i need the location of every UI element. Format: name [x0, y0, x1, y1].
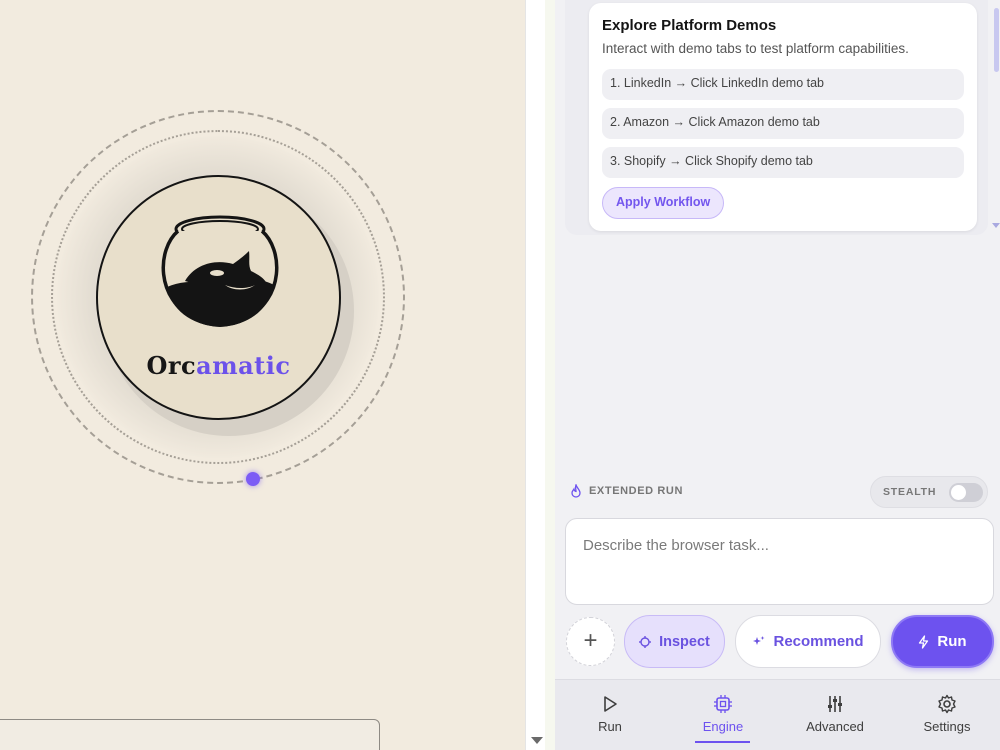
play-icon: [604, 696, 617, 712]
extended-run-toggle[interactable]: EXTENDED RUN: [570, 484, 683, 498]
bottom-input-box[interactable]: [0, 719, 380, 750]
orcamatic-logo: Orcamatic: [96, 175, 341, 420]
card-scroll-down-icon[interactable]: [992, 223, 1000, 228]
nav-run-label: Run: [598, 719, 622, 734]
side-panel: Explore Platform Demos Interact with dem…: [555, 0, 1000, 750]
sparkles-icon: [753, 636, 765, 645]
scroll-down-arrow-icon[interactable]: [531, 737, 543, 744]
bolt-icon: [919, 634, 929, 649]
panel-gutter: [545, 0, 555, 750]
add-button[interactable]: +: [566, 617, 615, 666]
inspect-button[interactable]: Inspect: [624, 615, 725, 668]
apply-workflow-button[interactable]: Apply Workflow: [602, 187, 725, 219]
active-tab-indicator: [695, 741, 750, 743]
sliders-icon: [828, 696, 842, 712]
nav-advanced[interactable]: Advanced: [785, 694, 885, 734]
gear-icon: [938, 694, 956, 714]
run-button[interactable]: Run: [891, 615, 994, 668]
target-icon: [639, 635, 652, 648]
extended-run-label: EXTENDED RUN: [589, 485, 683, 497]
nav-advanced-label: Advanced: [806, 719, 864, 734]
nav-settings[interactable]: Settings: [897, 694, 997, 734]
workflow-step[interactable]: 1. LinkedIn → Click LinkedIn demo tab: [602, 69, 964, 100]
rotation-handle[interactable]: [246, 472, 260, 486]
recommend-label: Recommend: [773, 633, 864, 650]
inspect-label: Inspect: [659, 633, 710, 650]
task-input[interactable]: [565, 518, 994, 605]
workflow-step[interactable]: 3. Shopify → Click Shopify demo tab: [602, 147, 964, 178]
demo-area: Explore Platform Demos Interact with dem…: [565, 0, 1000, 235]
plus-icon: +: [583, 627, 598, 654]
workflow-step[interactable]: 2. Amazon → Click Amazon demo tab: [602, 108, 964, 139]
demo-card-subtitle: Interact with demo tabs to test platform…: [602, 41, 909, 56]
nav-settings-label: Settings: [923, 719, 971, 734]
page-scrollbar[interactable]: [525, 0, 545, 750]
run-label: Run: [937, 633, 967, 650]
flame-icon: [571, 484, 581, 498]
fishbowl-orca-icon: [161, 215, 279, 327]
card-scrollbar-thumb[interactable]: [994, 8, 999, 72]
switch-knob: [951, 485, 966, 500]
stealth-toggle[interactable]: STEALTH: [870, 476, 988, 508]
bottom-nav: Run Engine Advanced Settings: [555, 679, 1000, 750]
nav-engine[interactable]: Engine: [673, 694, 773, 734]
logo-wordmark: Orcamatic: [146, 351, 291, 380]
chip-icon: [714, 695, 732, 713]
stealth-label: STEALTH: [883, 486, 937, 498]
nav-run[interactable]: Run: [560, 694, 660, 734]
canvas-area: Orcamatic: [0, 0, 525, 750]
stealth-switch[interactable]: [949, 483, 983, 502]
demo-card: Explore Platform Demos Interact with dem…: [589, 3, 977, 231]
nav-engine-label: Engine: [702, 719, 744, 734]
recommend-button[interactable]: Recommend: [735, 615, 881, 668]
demo-card-title: Explore Platform Demos: [602, 17, 777, 34]
